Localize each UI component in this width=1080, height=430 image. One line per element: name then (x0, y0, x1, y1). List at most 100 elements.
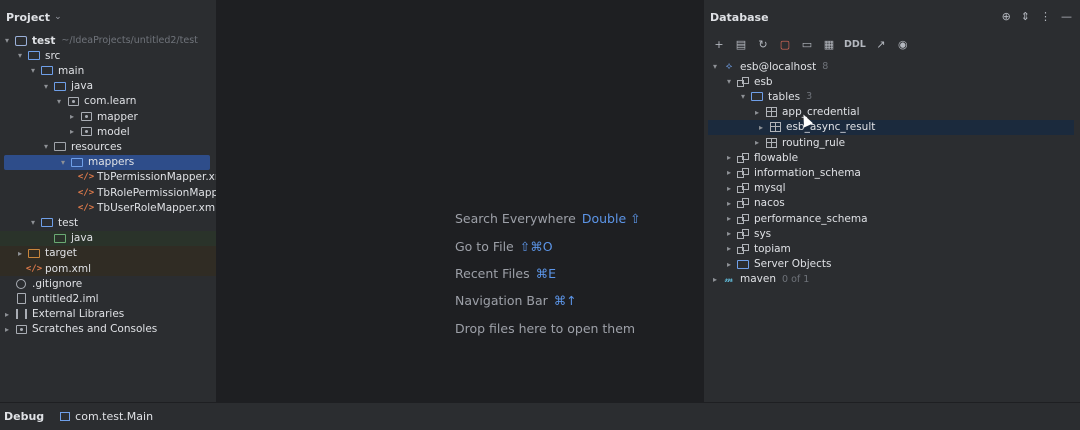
tree-item[interactable]: ▸ esb_async_result (708, 119, 1074, 135)
chevron-down-icon[interactable]: ⌄ (54, 12, 62, 22)
tree-item[interactable]: ▸ mapper (0, 109, 216, 124)
view-icon[interactable]: ◉ (896, 38, 910, 51)
tree-item[interactable]: ▾ resources (0, 139, 216, 154)
chevron-right-icon[interactable]: ▸ (65, 112, 79, 121)
chevron-down-icon[interactable]: ▾ (13, 51, 27, 60)
chevron-down-icon[interactable]: ▾ (39, 82, 53, 91)
schema-icon (736, 197, 750, 209)
chevron-right-icon[interactable]: ▸ (722, 153, 736, 162)
target-icon[interactable]: ⊕ (1002, 10, 1011, 23)
tree-item[interactable]: ▸ flowable (704, 150, 1080, 165)
tree-item[interactable]: ▾ mappers (4, 154, 210, 170)
tree-item[interactable]: ▸ 𝓶 maven 0 of 1 (704, 272, 1080, 287)
project-header[interactable]: Project ⌄ (0, 0, 216, 34)
tree-item[interactable]: ▾ src (0, 48, 216, 63)
chevron-down-icon[interactable]: ▾ (722, 77, 736, 86)
tree-item[interactable]: ▸</>TbPermissionMapper.xml (0, 170, 216, 185)
run-config-tab[interactable]: com.test.Main (60, 410, 153, 423)
chevron-down-icon[interactable]: ▾ (708, 62, 722, 71)
tree-item[interactable]: ▸ model (0, 124, 216, 139)
tree-item[interactable]: ▾ test (0, 215, 216, 230)
chevron-right-icon[interactable]: ▸ (722, 244, 736, 253)
tree-item[interactable]: ▾ test ~/IdeaProjects/untitled2/test (0, 33, 216, 48)
table-view-icon[interactable]: ▦ (822, 38, 836, 51)
tree-item-label: .gitignore (32, 277, 83, 290)
ddl-button[interactable]: DDL (844, 39, 866, 50)
data-source-icon[interactable]: ▤ (734, 38, 748, 51)
tree-item[interactable]: ▾ ⟡ esb@localhost 8 (704, 59, 1080, 74)
tree-item[interactable]: ▸ nacos (704, 196, 1080, 211)
tree-item[interactable]: ▸ performance_schema (704, 211, 1080, 226)
tree-item[interactable]: ▸</>TbUserRoleMapper.xml (0, 200, 216, 215)
expand-collapse-icon[interactable]: ⇕ (1021, 10, 1030, 23)
chevron-right-icon[interactable]: ▸ (13, 249, 27, 258)
tree-item-label: Server Objects (754, 258, 832, 271)
minimize-icon[interactable]: — (1061, 10, 1072, 23)
tree-item[interactable]: ▾ java (0, 79, 216, 94)
tree-item[interactable]: ▸ routing_rule (704, 135, 1080, 150)
tree-item[interactable]: ▸untitled2.iml (0, 291, 216, 306)
jump-icon[interactable]: ↗ (874, 38, 888, 51)
chevron-right-icon[interactable]: ▸ (750, 108, 764, 117)
chevron-down-icon[interactable]: ▾ (26, 66, 40, 75)
tree-item[interactable]: ▾ com.learn (0, 94, 216, 109)
tree-item[interactable]: ▾ tables 3 (704, 89, 1080, 104)
more-icon[interactable]: ⋮ (1040, 10, 1051, 23)
folder-icon (27, 50, 41, 62)
tree-item[interactable]: ▸ information_schema (704, 165, 1080, 180)
chevron-right-icon[interactable]: ▸ (722, 260, 736, 269)
console-icon[interactable]: ▭ (800, 38, 814, 51)
chevron-down-icon[interactable]: ▾ (56, 158, 70, 167)
tree-item-label: main (58, 64, 85, 77)
tree-item[interactable]: ▸</>TbRolePermissionMapper.xml (0, 185, 216, 200)
tree-item[interactable]: ▸ app_credential (704, 105, 1080, 120)
database-title: Database (710, 10, 769, 24)
tree-item[interactable]: ▸ target (0, 245, 216, 261)
project-tool-window: Project ⌄ ▾ test ~/IdeaProjects/untitled2/… (0, 0, 217, 402)
chevron-right-icon[interactable]: ▸ (722, 168, 736, 177)
source-folder-icon (53, 80, 67, 92)
bottom-toolbar: Debug com.test.Main (0, 402, 1080, 430)
tree-item[interactable]: ▸ External Libraries (0, 307, 216, 322)
tree-item[interactable]: ▸ sys (704, 226, 1080, 241)
tree-item-label: esb@localhost (740, 60, 817, 73)
chevron-right-icon[interactable]: ▸ (722, 229, 736, 238)
tree-item[interactable]: ▸ Server Objects (704, 257, 1080, 272)
tree-item-label: java (71, 80, 93, 93)
stop-icon[interactable]: ▢ (778, 38, 792, 51)
chevron-right-icon[interactable]: ▸ (65, 127, 79, 136)
chevron-right-icon[interactable]: ▸ (750, 138, 764, 147)
chevron-right-icon[interactable]: ▸ (754, 123, 768, 132)
tree-item[interactable]: ▾ esb (704, 74, 1080, 89)
chevron-down-icon[interactable]: ▾ (26, 218, 40, 227)
tree-item-hint: 3 (806, 91, 813, 103)
folder-icon (40, 217, 54, 229)
tree-item[interactable]: ▾ main (0, 63, 216, 78)
tree-item[interactable]: ▸ mysql (704, 181, 1080, 196)
chevron-right-icon[interactable]: ▸ (722, 184, 736, 193)
tree-item[interactable]: ▸ topiam (704, 241, 1080, 256)
xml-file-icon: </> (77, 172, 95, 183)
tree-item-label: target (45, 247, 77, 260)
tree-item[interactable]: ▸java (0, 230, 216, 246)
debug-tool-tab[interactable]: Debug (4, 410, 44, 423)
tree-item[interactable]: ▸.gitignore (0, 276, 216, 291)
excluded-folder-icon (27, 247, 41, 259)
chevron-down-icon[interactable]: ▾ (52, 97, 66, 106)
chevron-right-icon[interactable]: ▸ (722, 199, 736, 208)
chevron-down-icon[interactable]: ▾ (39, 142, 53, 151)
chevron-right-icon[interactable]: ▸ (0, 325, 14, 334)
chevron-down-icon[interactable]: ▾ (0, 36, 14, 45)
tree-item-label: src (45, 49, 61, 62)
tree-item[interactable]: ▸</>pom.xml (0, 261, 216, 276)
add-icon[interactable]: + (712, 38, 726, 51)
tree-item-label: test (32, 34, 56, 47)
tree-item-label: pom.xml (45, 262, 92, 275)
chevron-right-icon[interactable]: ▸ (0, 310, 14, 319)
chevron-right-icon[interactable]: ▸ (722, 214, 736, 223)
tree-item[interactable]: ▸ Scratches and Consoles (0, 322, 216, 337)
refresh-icon[interactable]: ↻ (756, 38, 770, 51)
chevron-down-icon[interactable]: ▾ (736, 92, 750, 101)
chevron-right-icon[interactable]: ▸ (708, 275, 722, 284)
tree-item-label: topiam (754, 242, 791, 255)
